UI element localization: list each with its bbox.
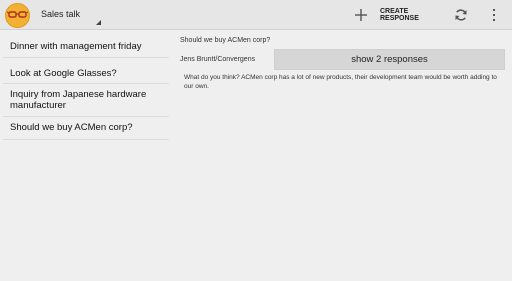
overflow-menu-button[interactable] — [484, 0, 504, 30]
list-item[interactable]: Dinner with management friday — [3, 30, 169, 58]
action-bar: Sales talk CREATE RESPONSE — [0, 0, 512, 30]
add-button[interactable] — [350, 0, 372, 30]
refresh-icon — [455, 9, 467, 21]
create-response-button[interactable]: CREATE RESPONSE — [380, 0, 442, 30]
plus-icon — [355, 9, 367, 21]
refresh-button[interactable] — [450, 0, 472, 30]
list-item[interactable]: Inquiry from Japanese hardware manufactu… — [3, 84, 169, 117]
navigation-title[interactable]: Sales talk — [41, 9, 80, 19]
glasses-icon[interactable] — [5, 3, 30, 28]
detail-pane: Should we buy ACMen corp? Jens Bruntt/Co… — [170, 30, 512, 281]
topic-list: Dinner with management friday Look at Go… — [0, 30, 170, 281]
dropdown-caret-icon[interactable] — [96, 20, 101, 25]
message-body: What do you think? ACMen corp has a lot … — [184, 74, 497, 90]
list-item[interactable]: Should we buy ACMen corp? — [3, 117, 169, 140]
show-responses-button[interactable]: show 2 responses — [274, 49, 505, 70]
list-item[interactable]: Look at Google Glasses? — [3, 58, 169, 84]
message-sender: Jens Bruntt/Convergens — [180, 56, 256, 63]
message-subject: Should we buy ACMen corp? — [180, 37, 271, 44]
overflow-menu-icon — [493, 9, 495, 21]
